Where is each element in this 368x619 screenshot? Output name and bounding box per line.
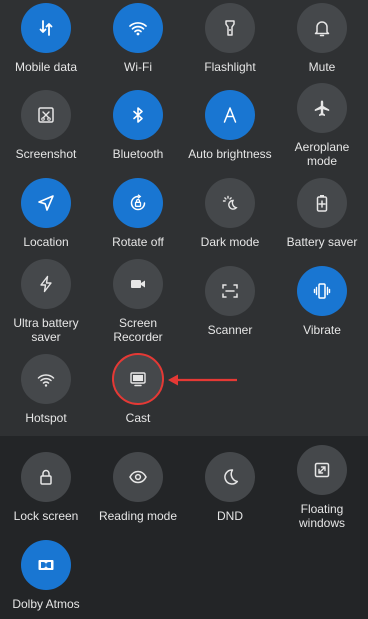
tile-vibrate[interactable]: Vibrate [276, 266, 368, 337]
tile-dark-mode[interactable]: Dark mode [184, 178, 276, 249]
airplane-icon [297, 83, 347, 133]
tile-flashlight[interactable]: Flashlight [184, 3, 276, 74]
tile-label: Lock screen [13, 509, 79, 523]
flashlight-icon [205, 3, 255, 53]
tile-label: Location [23, 235, 69, 249]
tile-dolby-atmos[interactable]: Dolby Atmos [0, 540, 92, 611]
ultra-battery-saver-icon [21, 259, 71, 309]
cast-highlight-ring [112, 353, 164, 405]
lock-icon [21, 452, 71, 502]
dark-mode-icon [205, 178, 255, 228]
tile-label: Flashlight [204, 60, 256, 74]
tile-wifi[interactable]: Wi-Fi [92, 3, 184, 74]
tile-label: Floating windows [298, 502, 346, 530]
tile-lock-screen[interactable]: Lock screen [0, 452, 92, 523]
tile-label: Mute [308, 60, 336, 74]
tile-dnd[interactable]: DND [184, 452, 276, 523]
location-icon [21, 178, 71, 228]
annotation-arrow-icon [168, 374, 237, 386]
vibrate-icon [297, 266, 347, 316]
moon-icon [205, 452, 255, 502]
tile-battery-saver[interactable]: Battery saver [276, 178, 368, 249]
bell-icon [297, 3, 347, 53]
rotate-lock-icon [113, 178, 163, 228]
tile-location[interactable]: Location [0, 178, 92, 249]
tile-scanner[interactable]: Scanner [184, 266, 276, 337]
tile-hotspot[interactable]: Hotspot [0, 354, 92, 425]
screen-recorder-icon [113, 259, 163, 309]
tile-label: Wi-Fi [124, 60, 152, 74]
tile-label: Dark mode [200, 235, 260, 249]
tile-label: Dolby Atmos [12, 597, 80, 611]
eye-icon [113, 452, 163, 502]
tile-label: Ultra battery saver [13, 316, 79, 344]
floating-window-icon [297, 445, 347, 495]
tile-label: Battery saver [286, 235, 358, 249]
auto-brightness-icon [205, 90, 255, 140]
tile-aeroplane-mode[interactable]: Aeroplane mode [276, 83, 368, 168]
tile-label: DND [217, 509, 243, 523]
tile-screenshot[interactable]: Screenshot [0, 90, 92, 161]
bluetooth-icon [113, 90, 163, 140]
tile-floating-windows[interactable]: Floating windows [276, 445, 368, 530]
tile-mute[interactable]: Mute [276, 3, 368, 74]
wifi-icon [113, 3, 163, 53]
tile-label: Scanner [207, 323, 253, 337]
battery-saver-icon [297, 178, 347, 228]
tile-label: Cast [125, 411, 151, 425]
hotspot-icon [21, 354, 71, 404]
tile-label: Reading mode [98, 509, 178, 523]
tile-rotate-off[interactable]: Rotate off [92, 178, 184, 249]
tile-label: Vibrate [303, 323, 341, 337]
scanner-icon [205, 266, 255, 316]
tile-mobile-data[interactable]: Mobile data [0, 3, 92, 74]
tile-label: Rotate off [112, 235, 164, 249]
tile-label: Bluetooth [112, 147, 164, 161]
tile-auto-brightness[interactable]: Auto brightness [184, 90, 276, 161]
tile-label: Mobile data [14, 60, 78, 74]
tile-label: Auto brightness [188, 147, 272, 161]
dolby-icon [21, 540, 71, 590]
tile-reading-mode[interactable]: Reading mode [92, 452, 184, 523]
tile-screen-recorder[interactable]: Screen Recorder [92, 259, 184, 344]
tile-ultra-battery-saver[interactable]: Ultra battery saver [0, 259, 92, 344]
tile-label: Aeroplane mode [294, 140, 350, 168]
tile-bluetooth[interactable]: Bluetooth [92, 90, 184, 161]
tile-label: Screenshot [15, 147, 77, 161]
mobile-data-icon [21, 3, 71, 53]
tile-label: Screen Recorder [113, 316, 163, 344]
tile-label: Hotspot [25, 411, 67, 425]
screenshot-icon [21, 90, 71, 140]
